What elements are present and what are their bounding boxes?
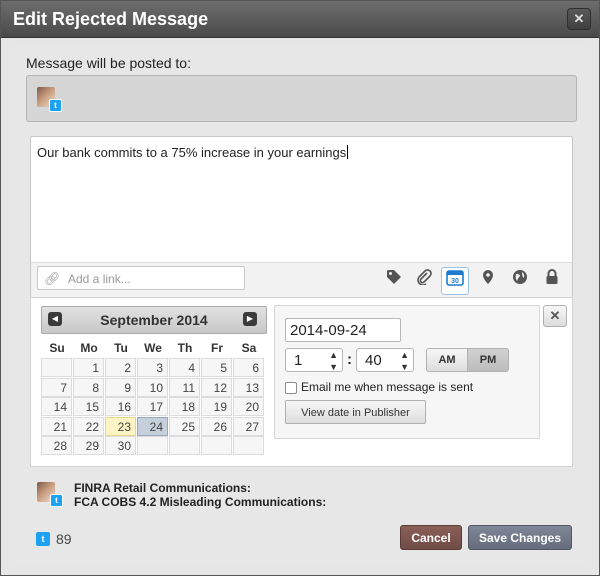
calendar-day[interactable]: 12	[201, 377, 232, 397]
dialog-titlebar: Edit Rejected Message ✕	[1, 1, 599, 38]
message-content[interactable]: Our bank commits to a 75% increase in yo…	[37, 145, 346, 160]
weekday-label: Tu	[114, 341, 128, 355]
calendar-day[interactable]: 17	[137, 397, 168, 417]
twitter-icon: t	[49, 99, 62, 112]
calendar-day[interactable]: 3	[137, 358, 168, 377]
calendar-day[interactable]: 14	[41, 397, 72, 417]
message-editor[interactable]: Our bank commits to a 75% increase in yo…	[30, 136, 573, 298]
link-icon: 🔗︎	[44, 271, 61, 286]
calendar-day[interactable]: 5	[201, 358, 232, 377]
calendar-day[interactable]: 19	[201, 397, 232, 417]
time-separator: :	[347, 351, 352, 368]
cancel-button[interactable]: Cancel	[400, 525, 462, 550]
time-panel: 2014-09-24 1 ▲ ▼ : 40 ▲ ▼ AM PM Email me w…	[274, 305, 540, 439]
calendar-day[interactable]: 24	[137, 416, 168, 436]
compliance-line-fca: FCA COBS 4.2 Misleading Communications:	[74, 495, 327, 509]
weekday-label: We	[144, 341, 162, 355]
editor-toolbar: 🔗︎ Add a link... 30	[31, 262, 572, 298]
tag-icon[interactable]	[383, 269, 405, 291]
minute-select[interactable]: 40 ▲ ▼	[356, 348, 414, 372]
hour-select[interactable]: 1 ▲ ▼	[285, 348, 343, 372]
hour-value: 1	[294, 352, 303, 369]
save-changes-button[interactable]: Save Changes	[468, 525, 572, 550]
calendar-day[interactable]: 20	[233, 397, 264, 417]
svg-text:30: 30	[451, 278, 459, 285]
calendar-empty-cell	[137, 436, 168, 456]
calendar-day[interactable]: 29	[73, 436, 104, 456]
minute-stepper-icon: ▲ ▼	[400, 350, 409, 372]
dialog-body: Message will be posted to: t Our bank co…	[12, 46, 588, 566]
recipients-label: Message will be posted to:	[26, 55, 191, 71]
calendar-header: ◀ September 2014 ▶	[41, 306, 267, 334]
character-count: 89	[56, 531, 72, 547]
close-schedule-button[interactable]: ✕	[543, 305, 567, 327]
weekday-label: Fr	[211, 341, 223, 355]
calendar-day[interactable]: 26	[201, 416, 232, 436]
calendar-day[interactable]: 30	[105, 436, 136, 456]
calendar-day[interactable]: 8	[73, 377, 104, 397]
calendar-day[interactable]: 6	[233, 358, 264, 377]
calendar-day[interactable]: 28	[41, 436, 72, 456]
view-date-button[interactable]: View date in Publisher	[285, 400, 426, 424]
dialog-title: Edit Rejected Message	[13, 9, 209, 29]
schedule-panel: ◀ September 2014 ▶ Su Mo Tu We Th Fr Sa 123456…	[30, 297, 573, 467]
calendar-day[interactable]: 10	[137, 377, 168, 397]
calendar-day[interactable]: 16	[105, 397, 136, 417]
location-pin-icon[interactable]	[477, 269, 499, 291]
calendar-day[interactable]: 15	[73, 397, 104, 417]
next-month-icon[interactable]: ▶	[243, 312, 257, 326]
calendar-day[interactable]: 9	[105, 377, 136, 397]
compliance-line-finra: FINRA Retail Communications:	[74, 481, 251, 495]
email-checkbox[interactable]	[285, 382, 297, 394]
calendar-day[interactable]: 1	[73, 358, 104, 377]
calendar-day[interactable]: 23	[105, 416, 136, 436]
calendar-day[interactable]: 18	[169, 397, 200, 417]
recipients-box: t	[26, 75, 577, 122]
weekday-label: Mo	[80, 341, 98, 355]
calendar-day[interactable]: 11	[169, 377, 200, 397]
weekday-label: Sa	[241, 341, 257, 355]
calendar-empty-cell	[201, 436, 232, 456]
pm-button[interactable]: PM	[467, 348, 509, 372]
add-link-input[interactable]: 🔗︎ Add a link...	[37, 266, 245, 290]
text-caret	[347, 145, 349, 159]
calendar-icon[interactable]: 30	[441, 267, 469, 295]
calendar-day[interactable]: 2	[105, 358, 136, 377]
twitter-icon: t	[36, 532, 50, 546]
calendar-day[interactable]: 25	[169, 416, 200, 436]
paperclip-icon[interactable]	[413, 269, 435, 291]
add-link-placeholder: Add a link...	[68, 272, 131, 286]
email-checkbox-label: Email me when message is sent	[301, 380, 474, 394]
close-dialog-button[interactable]: ✕	[567, 8, 591, 30]
weekday-label: Su	[49, 341, 65, 355]
twitter-icon: t	[50, 494, 63, 507]
weekday-label: Th	[177, 341, 193, 355]
calendar-empty-cell	[233, 436, 264, 456]
calendar-day[interactable]: 4	[169, 358, 200, 377]
message-text[interactable]: Our bank commits to a 75% increase in yo…	[37, 145, 349, 160]
am-button[interactable]: AM	[426, 348, 468, 372]
calendar-day[interactable]: 27	[233, 416, 264, 436]
globe-icon[interactable]	[509, 269, 531, 291]
hour-stepper-icon: ▲ ▼	[329, 350, 338, 372]
date-input[interactable]: 2014-09-24	[285, 318, 401, 342]
calendar-day[interactable]: 13	[233, 377, 264, 397]
calendar-empty-cell	[169, 436, 200, 456]
lock-icon[interactable]	[541, 269, 563, 291]
calendar-day[interactable]: 21	[41, 416, 72, 436]
calendar-day[interactable]: 7	[41, 377, 72, 397]
minute-value: 40	[365, 352, 382, 369]
calendar-month-label: September 2014	[100, 312, 208, 328]
calendar-day[interactable]: 22	[73, 416, 104, 436]
edit-message-dialog: Edit Rejected Message ✕ Message will be …	[0, 0, 600, 576]
calendar-empty-cell	[41, 358, 72, 377]
